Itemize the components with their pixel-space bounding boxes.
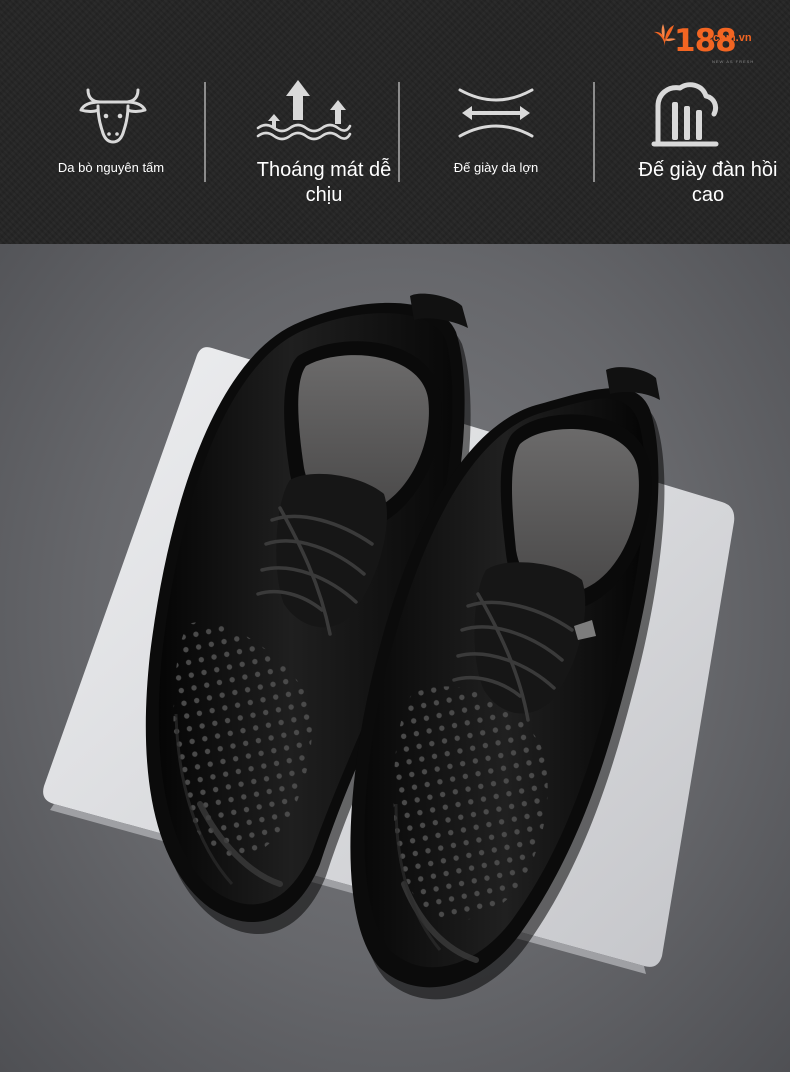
feature-label-leather: Da bò nguyên tấm	[57, 160, 165, 175]
product-feature-page: 188 .com.vn NEW AS FRESH Da bò nguyên tấ…	[0, 0, 790, 1072]
breathable-arrows-icon	[256, 80, 352, 141]
feature-label-elastic: Đế giày đàn hồi cao	[638, 159, 778, 206]
flexible-sole-icon	[458, 88, 534, 138]
logo-domain: .com.vn	[710, 32, 752, 44]
shoes-on-laptop-illustration	[43, 293, 735, 1000]
feature-label-sole: Đế giày da lợn	[453, 160, 539, 175]
feature-banner: 188 .com.vn NEW AS FRESH Da bò nguyên tấ…	[0, 0, 790, 244]
elastic-sole-icon	[651, 82, 719, 147]
product-photo	[0, 244, 790, 1072]
logo-tagline: NEW AS FRESH	[712, 59, 755, 64]
feature-label-breathable: Thoáng mát dễ chịu	[256, 159, 392, 206]
feature-divider	[398, 82, 400, 182]
feature-divider	[204, 82, 206, 182]
feature-divider	[593, 82, 595, 182]
brand-logo[interactable]: 188 .com.vn NEW AS FRESH	[652, 20, 778, 74]
cow-head-icon	[79, 88, 147, 144]
